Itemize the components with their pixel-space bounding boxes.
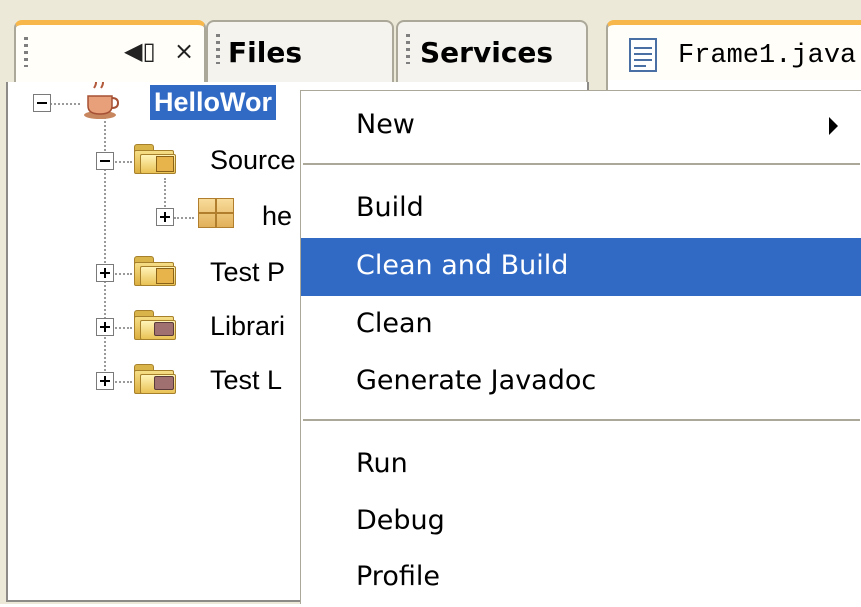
collapse-toggle-icon[interactable] [96,152,114,170]
source-folder-icon [134,142,176,174]
tree-item-label: Test P [210,256,286,287]
tree-item-label: Source [210,144,296,175]
tab-grip-icon [406,34,410,64]
tree-item-package[interactable]: he [262,196,292,236]
tab-files-label: Files [228,36,302,69]
tree-root-project[interactable]: HelloWor [150,82,277,122]
tree-item-label: Test L [210,364,283,395]
library-folder-icon [134,308,176,340]
tree-line [112,273,132,275]
menu-item-label: Clean [356,308,433,339]
menu-item-label: New [356,109,415,140]
menu-item-label: Build [356,192,424,223]
tree-item-label: Librari [210,310,286,341]
tree-item-label: he [262,200,293,231]
menu-item-label: Profile [356,561,440,592]
menu-separator [303,419,860,421]
tab-services[interactable]: Services [396,20,588,82]
menu-item-run[interactable]: Run [301,436,861,494]
tree-line [112,381,132,383]
menu-item-label: Debug [356,505,445,536]
menu-item-profile[interactable]: Profile [301,549,861,607]
expand-toggle-icon[interactable] [96,318,114,336]
tab-grip-icon [216,34,220,64]
tab-grip-icon[interactable] [24,37,28,67]
editor-tab-frame1[interactable]: Frame1.java [606,20,861,82]
menu-item-clean-and-build[interactable]: Clean and Build [301,238,861,296]
tree-item-source[interactable]: Source [210,140,296,180]
tree-item-test-libraries[interactable]: Test L [210,360,282,400]
menu-item-label: Clean and Build [356,250,569,281]
menu-item-label: Run [356,448,408,479]
tree-item-test-packages[interactable]: Test P [210,252,285,292]
tree-line [50,103,80,105]
test-folder-icon [134,254,176,286]
menu-separator [303,163,860,165]
java-file-icon [629,38,657,72]
java-project-icon [84,82,120,119]
collapse-toggle-icon[interactable] [33,94,51,112]
tree-line [112,327,132,329]
menu-item-clean[interactable]: Clean [301,296,861,354]
tab-services-label: Services [420,36,554,69]
menu-item-generate-javadoc[interactable]: Generate Javadoc [301,353,861,411]
minimize-window-icon[interactable]: ◀▯ [124,37,156,65]
tree-item-libraries[interactable]: Librari [210,306,285,346]
submenu-arrow-icon [829,117,838,135]
tab-files[interactable]: Files [206,20,394,82]
package-icon [198,198,234,228]
menu-item-debug[interactable]: Debug [301,493,861,551]
project-name: HelloWor [150,84,277,120]
tab-projects[interactable]: ◀▯ × [14,20,206,82]
tree-line [174,217,194,219]
expand-toggle-icon[interactable] [96,372,114,390]
close-icon[interactable]: × [174,37,194,65]
editor-tab-label: Frame1.java [678,41,857,71]
menu-item-label: Generate Javadoc [356,365,597,396]
tree-line [112,161,132,163]
test-library-folder-icon [134,362,176,394]
ide-window: ◀▯ × Files Services Frame1.java HelloWor… [0,0,861,604]
expand-toggle-icon[interactable] [156,208,174,226]
menu-item-new[interactable]: New [301,97,861,155]
context-menu: New Build Clean and Build Clean Generate… [300,90,861,604]
expand-toggle-icon[interactable] [96,264,114,282]
menu-item-build[interactable]: Build [301,180,861,238]
